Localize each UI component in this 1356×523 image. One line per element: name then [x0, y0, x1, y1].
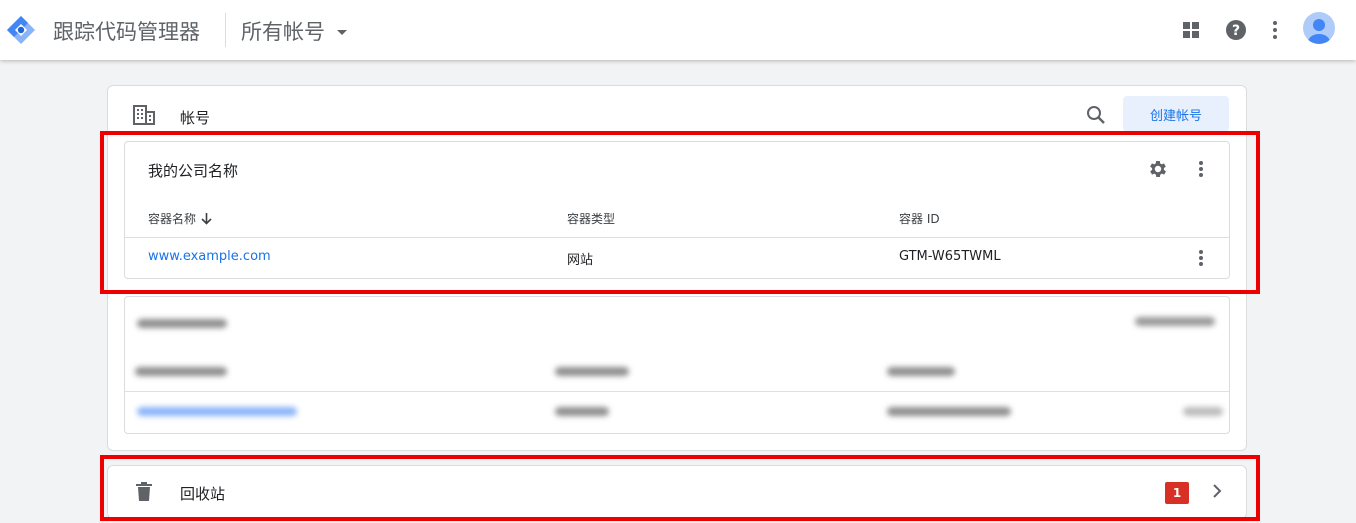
- trash-label: 回收站: [180, 485, 226, 503]
- container-name-link[interactable]: www.example.com: [148, 249, 271, 264]
- column-header-container-name[interactable]: 容器名称: [148, 210, 212, 227]
- column-header-container-id: 容器 ID: [899, 212, 940, 226]
- building-icon: [133, 105, 155, 125]
- redacted-text: [555, 407, 609, 416]
- account-more-vert-icon[interactable]: [1191, 156, 1211, 182]
- chevron-right-icon: [1213, 484, 1222, 498]
- settings-gear-icon[interactable]: [1145, 156, 1171, 182]
- redacted-link: [137, 407, 297, 416]
- redacted-text: [887, 407, 1011, 416]
- row-divider: [125, 237, 1229, 238]
- redacted-text: [555, 367, 629, 376]
- trash-row[interactable]: 回收站 1: [107, 465, 1247, 519]
- container-id: GTM-W65TWML: [899, 249, 1001, 264]
- container-more-vert-icon[interactable]: [1191, 246, 1211, 270]
- more-vert-icon[interactable]: [1261, 16, 1289, 44]
- container-type: 网站: [567, 253, 594, 268]
- top-app-bar: 跟踪代码管理器 所有帐号 ?: [0, 0, 1356, 60]
- account-name: 我的公司名称: [148, 162, 239, 180]
- app-title: 跟踪代码管理器: [53, 20, 200, 44]
- redacted-text: [887, 367, 955, 376]
- redacted-account-card: [124, 296, 1230, 434]
- trash-count-badge: 1: [1165, 482, 1189, 504]
- apps-grid-icon[interactable]: [1177, 16, 1205, 44]
- header-divider: [225, 13, 226, 47]
- redacted-icons: [1135, 317, 1215, 326]
- account-card: 我的公司名称 容器名称 容器类型 容器 ID www.example.com 网…: [124, 141, 1230, 279]
- svg-text:?: ?: [1232, 23, 1240, 39]
- search-icon[interactable]: [1083, 102, 1109, 128]
- column-header-label: 容器名称: [148, 212, 197, 226]
- trash-icon: [136, 482, 152, 501]
- redacted-icons: [1183, 407, 1223, 416]
- dropdown-arrow-icon: [337, 29, 347, 35]
- account-switcher[interactable]: 所有帐号: [241, 16, 347, 46]
- create-account-button[interactable]: 创建帐号: [1123, 96, 1229, 132]
- row-divider: [125, 391, 1229, 392]
- arrow-down-icon: [201, 212, 212, 225]
- redacted-text: [137, 319, 227, 328]
- column-header-container-type: 容器类型: [567, 212, 616, 226]
- accounts-title: 帐号: [180, 109, 211, 127]
- help-icon[interactable]: ?: [1222, 16, 1250, 44]
- redacted-text: [135, 367, 227, 376]
- account-switcher-label: 所有帐号: [241, 20, 325, 44]
- tag-manager-logo-icon[interactable]: [5, 14, 37, 46]
- user-avatar[interactable]: [1303, 12, 1335, 44]
